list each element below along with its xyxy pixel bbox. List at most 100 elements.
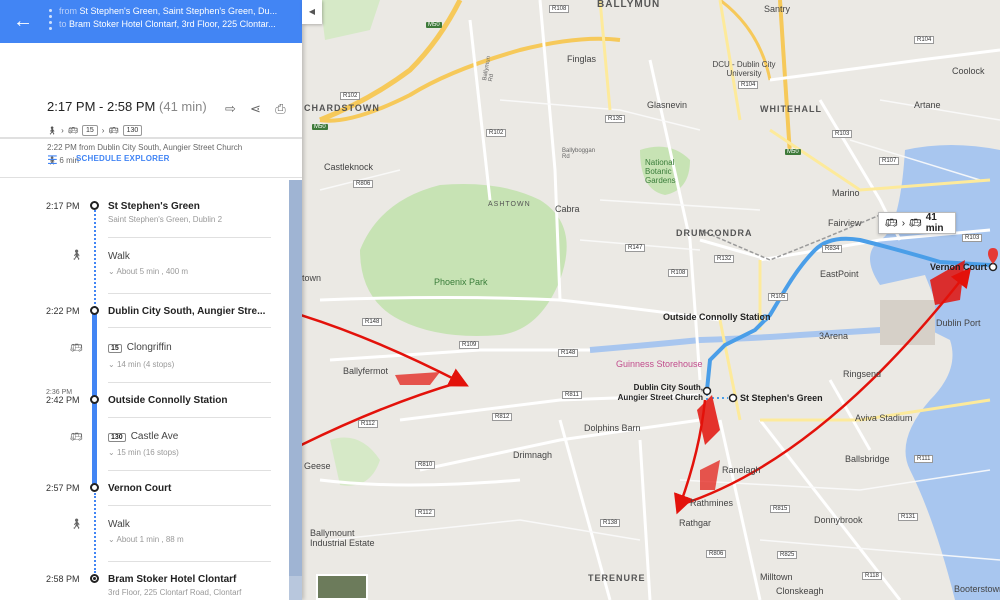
send-to-phone-icon[interactable]: ⇨: [223, 101, 238, 116]
area-label: TERENURE: [588, 573, 646, 583]
bus-icon: 🚌︎: [108, 126, 119, 135]
origin-field[interactable]: from St Stephen's Green, Saint Stephen's…: [59, 6, 295, 16]
chevron-right-icon: ›: [61, 126, 64, 135]
bus-icon: 🚌︎: [67, 126, 78, 135]
road-shield: R132: [714, 255, 735, 263]
chevron-down-icon: ⌄: [108, 448, 115, 457]
route-duration-callout[interactable]: 🚌︎ › 🚌︎ 41 min: [878, 212, 956, 234]
road-shield: R138: [600, 519, 621, 527]
map-canvas[interactable]: BALLYMUN Santry Finglas Glasnevin DCU - …: [302, 0, 1000, 600]
area-label: Donnybrook: [814, 515, 863, 525]
stop-label: Dublin City South,: [633, 383, 703, 392]
poi-label: National Botanic Gardens: [645, 158, 676, 185]
walk-connector: [94, 210, 96, 308]
road-shield: R148: [558, 349, 579, 357]
road-shield: R104: [738, 81, 759, 89]
print-icon[interactable]: ⎙: [273, 101, 288, 116]
road-shield: R103: [962, 234, 983, 242]
area-label: Dublin Port: [936, 318, 981, 328]
road-shield: R107: [879, 157, 900, 165]
destination-field[interactable]: to Bram Stoker Hotel Clontarf, 3rd Floor…: [59, 19, 295, 29]
bus-icon: 🚌︎: [909, 217, 922, 229]
area-label: DRUMCONDRA: [676, 228, 753, 238]
step-place[interactable]: St Stephen's Green: [108, 201, 273, 212]
area-label: town: [302, 273, 322, 283]
trip-summary[interactable]: 2:17 PM - 2:58 PM (41 min) ⇨ ⋖ ⎙ 🚶︎ › 🚌︎…: [0, 43, 302, 165]
map-labels: BALLYMUN Santry Finglas Glasnevin DCU - …: [302, 0, 1000, 600]
back-arrow-icon[interactable]: ←: [10, 8, 36, 34]
chevron-right-icon: ›: [901, 217, 906, 229]
schedule-icon: ☰: [47, 153, 58, 167]
satellite-toggle[interactable]: [316, 574, 368, 600]
step-place[interactable]: Outside Connolly Station: [108, 395, 273, 406]
road-shield: R112: [415, 509, 435, 517]
walk-icon: 🚶︎: [47, 126, 58, 135]
poi-label: 3Arena: [819, 331, 849, 341]
collapse-panel-button[interactable]: ◀: [302, 0, 322, 24]
divider: [108, 382, 271, 383]
chevron-down-icon: ⌄: [108, 535, 115, 544]
road-shield: R102: [340, 92, 361, 100]
area-label: Marino: [832, 188, 860, 198]
road-shield: R131: [898, 513, 919, 521]
step-mode: 15 Clongriffin: [108, 342, 172, 353]
area-label: Cabra: [555, 204, 580, 214]
step-time: 2:57 PM: [46, 483, 80, 493]
bus-icon: 🚌︎: [70, 432, 83, 443]
road-shield: R108: [668, 269, 689, 277]
scrollbar[interactable]: [289, 180, 302, 600]
step-place[interactable]: Dublin City South, Aungier Stre...: [108, 306, 273, 317]
step-details-toggle[interactable]: ⌄ 14 min (4 stops): [108, 360, 174, 369]
area-label: Dolphins Barn: [584, 423, 641, 433]
step-mode: Walk: [108, 251, 130, 262]
destination-node: [90, 574, 99, 583]
divider: [108, 561, 271, 562]
road-shield: R815: [770, 505, 791, 513]
road-shield: R806: [706, 550, 727, 558]
road-shield: R108: [549, 5, 570, 13]
road-shield: R811: [562, 391, 582, 399]
step-address: 3rd Floor, 225 Clontarf Road, Clontarf: [108, 588, 242, 597]
area-label: WHITEHALL: [760, 104, 822, 114]
step-place[interactable]: Vernon Court: [108, 483, 273, 494]
area-label: Coolock: [952, 66, 985, 76]
divider: [108, 293, 271, 294]
divider: [108, 327, 271, 328]
area-label: Artane: [914, 100, 941, 110]
divider: [108, 505, 271, 506]
step-time: 2:42 PM: [46, 395, 80, 405]
road-shield: R103: [832, 130, 853, 138]
walk-icon: 🚶︎: [70, 519, 83, 530]
route-modes: 🚶︎ › 🚌︎ 15 › 🚌︎ 130: [47, 125, 143, 136]
step-place[interactable]: Bram Stoker Hotel Clontarf: [108, 574, 273, 585]
area-label: BALLYMUN: [597, 0, 661, 10]
walk-icon: 🚶︎: [70, 250, 83, 261]
road-shield: R104: [914, 36, 935, 44]
road-label: Ballyboggan Rd: [562, 148, 596, 160]
stop-node: [90, 395, 99, 404]
road-shield: R109: [459, 341, 480, 349]
trip-actions: ⇨ ⋖ ⎙: [223, 101, 288, 116]
step-details-toggle[interactable]: ⌄ About 5 min , 400 m: [108, 267, 188, 276]
divider: [108, 470, 271, 471]
area-label: Ballsbridge: [845, 454, 890, 464]
stop-label: Outside Connolly Station: [663, 312, 771, 322]
poi-label: Guinness Storehouse: [616, 359, 703, 369]
stop-node: [90, 201, 99, 210]
route-dots-icon: [47, 9, 53, 33]
destination-label: Vernon Court: [930, 262, 988, 272]
app-root: ← from St Stephen's Green, Saint Stephen…: [0, 0, 1000, 600]
step-list: 2:17 PM St Stephen's Green Saint Stephen…: [0, 180, 302, 600]
bus-route-badge: 15: [81, 125, 98, 136]
poi-label: EastPoint: [820, 269, 859, 279]
step-details-toggle[interactable]: ⌄ 15 min (16 stops): [108, 448, 179, 457]
divider: [108, 417, 271, 418]
step-details-toggle[interactable]: ⌄ About 1 min , 88 m: [108, 535, 184, 544]
schedule-explorer-button[interactable]: ☰ SCHEDULE EXPLORER: [0, 138, 302, 178]
bus-icon: 🚌︎: [885, 217, 898, 229]
share-icon[interactable]: ⋖: [248, 101, 263, 116]
chevron-down-icon: ⌄: [108, 267, 115, 276]
scrollbar-thumb[interactable]: [289, 180, 302, 576]
area-label: Drimnagh: [513, 450, 553, 460]
road-shield: R147: [625, 244, 646, 252]
